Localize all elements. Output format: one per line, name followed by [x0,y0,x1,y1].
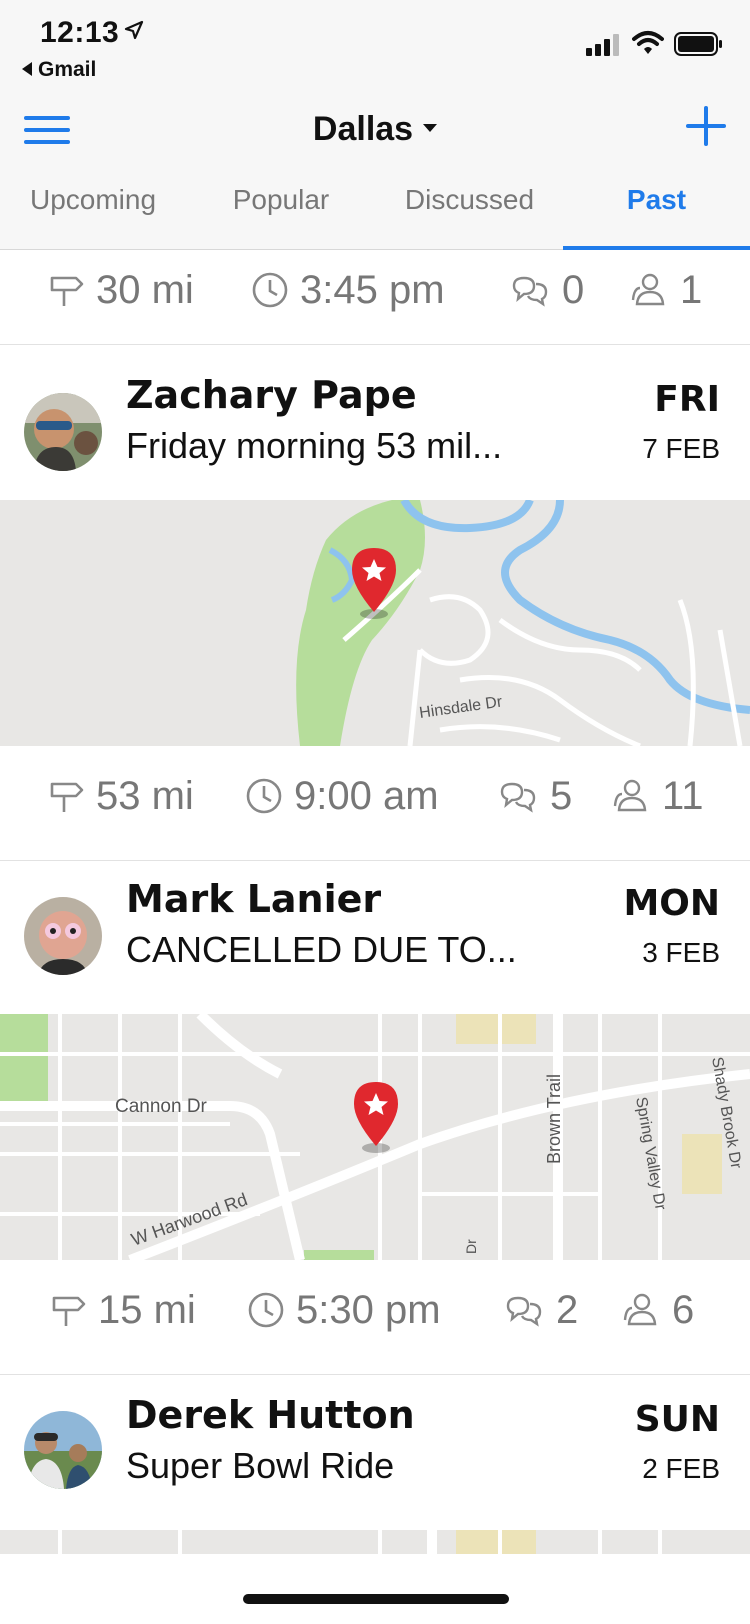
ride-stats: 53 mi 9:00 am 5 11 [0,746,750,861]
clock-icon [252,272,288,308]
time-stat: 9:00 am [244,746,439,846]
comments-value: 0 [562,267,585,312]
time-stat: 3:45 pm [250,250,445,330]
rider-name: Mark Lanier [126,877,382,921]
tab-upcoming[interactable]: Upcoming [0,178,186,250]
tab-popular[interactable]: Popular [186,178,376,250]
comments-stat: 2 [504,1260,578,1360]
ride-title: Super Bowl Ride [126,1445,395,1486]
riders-stat: 1 [628,250,702,330]
status-time: 12:13 [40,16,120,49]
map-street-label: Cannon Dr [115,1096,208,1117]
map-street-label: Dr [463,1239,479,1254]
time-value: 5:30 pm [296,1287,441,1332]
ride-map[interactable] [0,1530,750,1556]
comments-stat: 5 [498,746,572,846]
status-bar: 12:13 Gmail [0,0,750,90]
city-selector[interactable]: Dallas [0,110,750,149]
add-ride-button[interactable] [686,106,726,146]
nav-bar: Dallas Upcoming Popular Discussed Past [0,90,750,252]
time-value: 9:00 am [294,773,439,818]
ride-card-header[interactable]: Mark Lanier CANCELLED DUE TO... MON 3 FE… [0,861,750,1014]
signpost-icon [52,1296,86,1326]
speech-bubbles-icon [512,276,548,307]
distance-stat: 30 mi [46,250,194,330]
rider-name: Zachary Pape [126,373,417,417]
speech-bubbles-icon [500,782,536,813]
wifi-icon [632,31,664,54]
distance-value: 30 mi [96,267,194,312]
riders-value: 11 [662,773,704,818]
ride-stats: 30 mi 3:45 pm 0 1 [0,250,750,345]
comments-value: 2 [556,1287,579,1332]
battery-icon [674,32,722,56]
clock-icon [248,1292,284,1328]
ride-card-header[interactable]: Derek Hutton Super Bowl Ride SUN 2 FEB [0,1375,750,1530]
riders-stat: 6 [620,1260,694,1360]
distance-stat: 53 mi [46,746,194,846]
ride-title: Friday morning 53 mil... [126,425,503,466]
distance-value: 53 mi [96,773,194,818]
ride-day: FRI [654,379,720,420]
comments-stat: 0 [510,250,584,330]
time-value: 3:45 pm [300,267,445,312]
people-icon [613,779,647,812]
signpost-icon [50,276,84,306]
back-triangle-icon [22,62,32,76]
ride-date: 3 FEB [642,937,720,968]
ride-date: 2 FEB [642,1453,720,1484]
tab-bar: Upcoming Popular Discussed Past [0,178,750,250]
ride-day: MON [623,883,720,924]
time-stat: 5:30 pm [246,1260,441,1360]
distance-value: 15 mi [98,1287,196,1332]
back-app-label: Gmail [38,58,97,81]
riders-value: 6 [672,1287,695,1332]
map-street-label: Brown Trail [544,1074,564,1164]
rider-name: Derek Hutton [126,1393,415,1437]
tab-past[interactable]: Past [563,178,750,250]
ride-map[interactable]: Cannon Dr W Harwood Rd Brown Trail Sprin… [0,1014,750,1260]
signpost-icon [50,782,84,812]
home-indicator-area [0,1554,750,1624]
ride-card-header[interactable]: Zachary Pape Friday morning 53 mil... FR… [0,345,750,500]
city-label: Dallas [312,110,414,148]
ride-map[interactable]: Hinsdale Dr [0,500,750,746]
speech-bubbles-icon [506,1296,542,1327]
distance-stat: 15 mi [48,1260,196,1360]
cellular-signal-icon [586,34,619,56]
caret-down-icon [423,124,438,132]
avatar [24,897,102,975]
ride-date: 7 FEB [642,433,720,464]
tab-discussed[interactable]: Discussed [376,178,563,250]
home-indicator[interactable] [243,1594,509,1604]
clock-icon [246,778,282,814]
people-icon [623,1293,657,1326]
ride-stats: 15 mi 5:30 pm 2 6 [0,1260,750,1375]
riders-stat: 11 [610,746,704,846]
ride-title: CANCELLED DUE TO... [126,929,517,970]
people-icon [631,273,665,306]
avatar [24,393,102,471]
back-to-app-button[interactable]: Gmail [22,58,96,82]
ride-day: SUN [634,1399,720,1440]
comments-value: 5 [550,773,573,818]
riders-value: 1 [680,267,703,312]
location-arrow-icon [124,20,144,40]
avatar [24,1411,102,1489]
